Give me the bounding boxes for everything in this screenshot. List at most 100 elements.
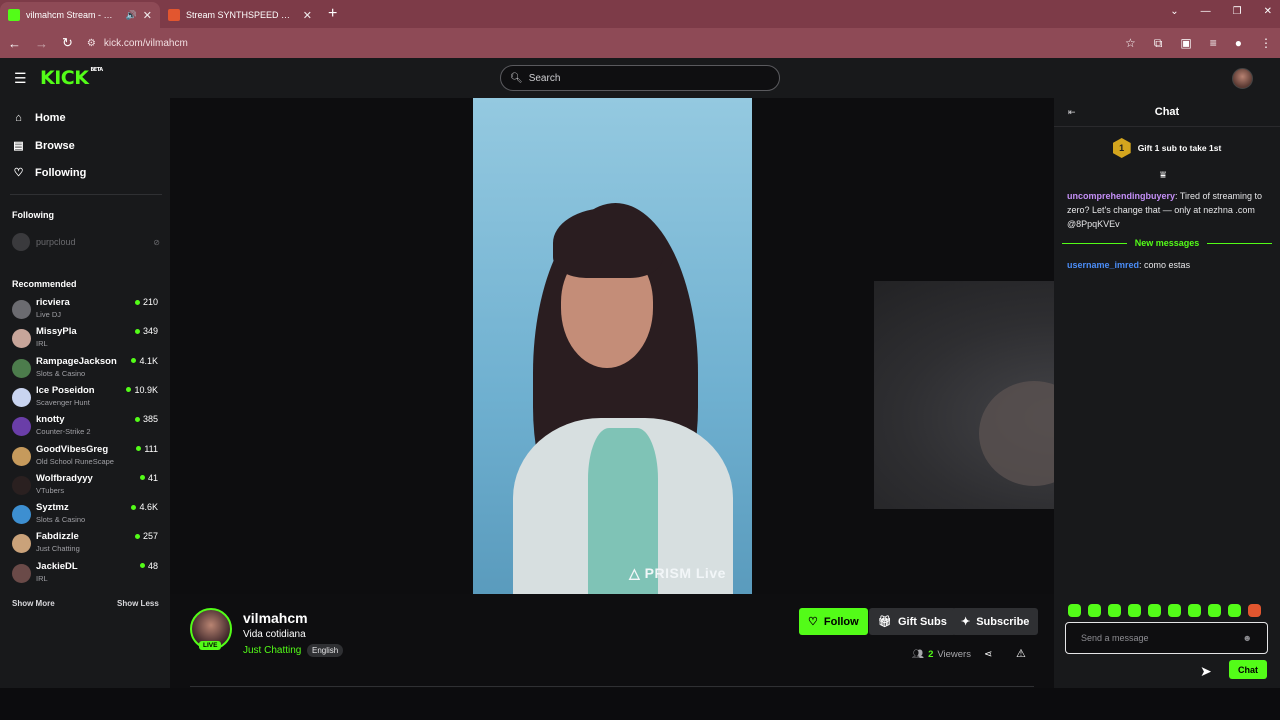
sidebar-item-browse[interactable]: ▤ Browse (12, 139, 74, 153)
emote-icon[interactable] (1148, 604, 1161, 617)
bookmark-star-icon[interactable]: ☆ (1125, 36, 1136, 51)
emote-icon[interactable] (1188, 604, 1201, 617)
site-info-icon[interactable]: ⚙ (87, 38, 96, 49)
viewer-count: 4.6K (131, 502, 158, 512)
gift-leaderboard[interactable]: 1 Gift 1 sub to take 1st (1054, 138, 1280, 158)
search-input[interactable]: 🔍︎ Search (500, 65, 780, 91)
speaker-icon: 🔊 (125, 9, 137, 20)
recommended-channel[interactable]: MissyPla IRL 349 (12, 326, 160, 354)
reload-icon[interactable]: ↻ (62, 35, 73, 51)
following-channel[interactable]: purpcloud ⊘ (12, 233, 160, 251)
recommended-channel[interactable]: JackieDL IRL 48 (12, 561, 160, 589)
recommended-channel[interactable]: Wolfbradyyy VTubers 41 (12, 473, 160, 501)
close-tab-icon[interactable]: ✕ (143, 9, 152, 22)
chat-message: username_imred: como estas (1067, 260, 1191, 270)
category-link[interactable]: Just Chatting (243, 645, 301, 656)
cast-icon[interactable]: ▣ (1180, 36, 1191, 51)
stream-video[interactable]: △ PRISM Live (473, 98, 752, 594)
close-window-icon[interactable]: ✕ (1264, 6, 1272, 17)
tab-search-icon[interactable]: ⌄ (1170, 6, 1178, 17)
avatar (12, 233, 30, 251)
chat-username[interactable]: uncomprehendingbuyery (1067, 191, 1175, 201)
channel-name: knotty (36, 414, 65, 426)
live-dot-icon (134, 416, 140, 422)
close-tab-icon[interactable]: ✕ (303, 9, 312, 22)
recommended-channel[interactable]: GoodVibesGreg Old School RuneScape 111 (12, 444, 160, 472)
user-avatar[interactable] (1232, 68, 1253, 89)
chat-title: Chat (1154, 106, 1180, 118)
gift-prompt: Gift 1 sub to take 1st (1137, 143, 1222, 153)
channel-category: IRL (36, 339, 48, 349)
emote-icon[interactable] (1248, 604, 1261, 617)
channel-name: Fabdizzle (36, 531, 79, 543)
live-dot-icon (126, 387, 132, 393)
live-dot-icon (136, 446, 142, 451)
channel-name: JackieDL (36, 560, 78, 572)
streamer-hair (553, 208, 663, 278)
media-controls-icon[interactable]: ≡ (1210, 36, 1217, 51)
language-tag[interactable]: English (307, 644, 344, 657)
restore-icon[interactable]: ❐ (1233, 6, 1242, 17)
subscribe-button[interactable]: ✦ Subscribe (952, 608, 1039, 635)
emote-icon[interactable] (1228, 604, 1241, 617)
share-icon[interactable]: ⋖ (984, 649, 992, 660)
emote-icon[interactable] (1088, 604, 1101, 617)
report-icon[interactable]: ⚠ (1016, 647, 1026, 660)
recommended-channel[interactable]: Fabdizzle Just Chatting 257 (12, 531, 160, 559)
recommended-channel[interactable]: knotty Counter-Strike 2 385 (12, 414, 160, 442)
sidebar-item-home[interactable]: ⌂ Home (12, 112, 65, 124)
emoji-icon[interactable]: ☻ (1243, 633, 1252, 643)
viewer-count: 349 (134, 326, 158, 336)
recommended-channel[interactable]: RampageJackson Slots & Casino 4.1K (12, 356, 160, 384)
address-bar[interactable]: ⚙ kick.com/vilmahcm (87, 38, 1111, 49)
chat-message-input[interactable]: Send a message ☻ (1065, 622, 1268, 654)
pinned-expand-icon[interactable]: ⩸ (1160, 170, 1166, 181)
rank-badge-icon: 1 (1112, 138, 1131, 158)
chat-username[interactable]: username_imred (1067, 260, 1139, 270)
live-dot-icon (131, 504, 137, 510)
kick-logo[interactable]: KICK BETA (40, 67, 103, 89)
recommended-channel[interactable]: ricviera Live DJ 210 (12, 297, 160, 325)
emote-icon[interactable] (1208, 604, 1221, 617)
emote-icon[interactable] (1168, 604, 1181, 617)
show-less-button[interactable]: Show Less (117, 599, 159, 608)
window-controls: ⌄ — ❐ ✕ (1170, 6, 1272, 17)
viewer-count: 👥︎ 2 Viewers (912, 649, 971, 660)
browser-tab-kick[interactable]: vilmahcm Stream - Watch Live on Kick 🔊 ✕ (0, 2, 160, 28)
kick-favicon-icon (8, 9, 20, 21)
show-more-button[interactable]: Show More (12, 599, 55, 608)
profile-icon[interactable]: ● (1235, 36, 1242, 51)
hamburger-menu-icon[interactable]: ☰ (14, 70, 27, 87)
send-chat-button[interactable]: Chat (1229, 660, 1267, 679)
search-icon: 🔍︎ (510, 72, 523, 84)
menu-dots-icon[interactable]: ⋮ (1260, 36, 1272, 51)
forward-icon[interactable]: → (35, 36, 48, 51)
channel-category: Counter-Strike 2 (36, 427, 91, 437)
minimize-icon[interactable]: — (1201, 6, 1211, 17)
recommended-channel[interactable]: Syztmz Slots & Casino 4.6K (12, 502, 160, 530)
sidebar-item-following[interactable]: ♡ Following (12, 166, 87, 180)
viewers-icon: 👥︎ (912, 649, 925, 660)
back-icon[interactable]: ← (8, 36, 21, 51)
new-tab-icon[interactable]: + (328, 5, 337, 23)
browser-tab-spotify[interactable]: Stream SYNTHSPEED music | Listen on Spot… (160, 2, 320, 28)
emote-icon[interactable] (1128, 604, 1141, 617)
channel-category: Slots & Casino (36, 515, 86, 525)
gift-subs-button[interactable]: 🎁︎ Gift Subs (869, 608, 956, 635)
chat-input-placeholder: Send a message (1081, 633, 1149, 643)
emote-icon[interactable] (1068, 604, 1081, 617)
channel-name[interactable]: vilmahcm (243, 610, 308, 626)
channel-category: Slots & Casino (36, 368, 86, 378)
emote-icon[interactable] (1108, 604, 1121, 617)
stream-title: Vida cotidiana (243, 629, 306, 640)
recommended-channel[interactable]: Ice Poseidon Scavenger Hunt 10.9K (12, 385, 160, 413)
follow-button[interactable]: ♡ Follow (799, 608, 868, 635)
channel-category: Scavenger Hunt (36, 397, 90, 407)
channel-name: ricviera (36, 297, 70, 308)
extensions-icon[interactable]: ⧉ (1154, 36, 1163, 51)
heart-icon: ♡ (808, 616, 818, 628)
viewer-count: 4.1K (131, 356, 158, 366)
site-header: ☰ KICK BETA 🔍︎ Search (0, 58, 1280, 98)
avatar (12, 505, 31, 525)
viewer-count: 210 (134, 297, 158, 307)
